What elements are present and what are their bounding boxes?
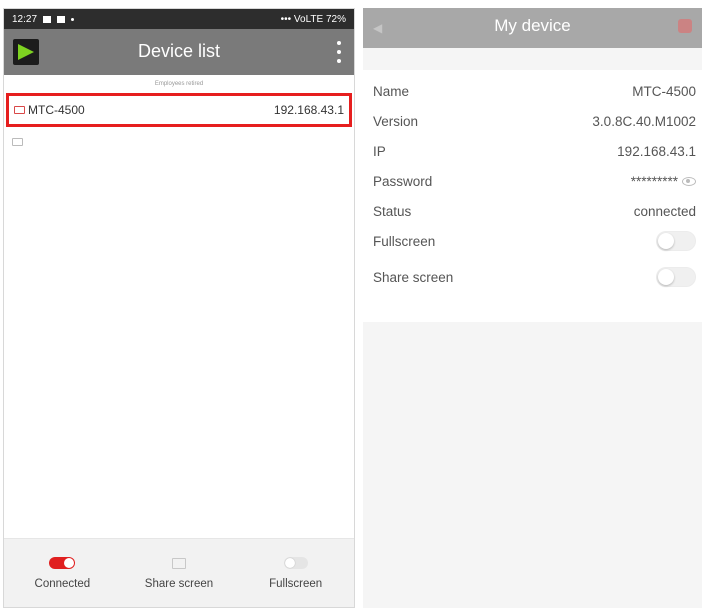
detail-row-share-screen: Share screen xyxy=(363,262,702,292)
page-title: My device xyxy=(494,16,571,35)
device-list: Employees retired MTC-4500 192.168.43.1 xyxy=(4,75,354,605)
detail-row-fullscreen: Fullscreen xyxy=(363,226,702,256)
screen-icon xyxy=(171,557,186,569)
fullscreen-button[interactable]: Fullscreen xyxy=(246,556,346,590)
list-header: Employees retired xyxy=(154,81,204,87)
device-row-mtc-4500[interactable]: MTC-4500 192.168.43.1 xyxy=(6,93,352,127)
my-device-header: ◀ My device xyxy=(363,8,702,48)
toggle-on-icon xyxy=(49,557,76,569)
status-value: connected xyxy=(633,203,696,219)
monitor-icon xyxy=(12,138,23,146)
fullscreen-label: Fullscreen xyxy=(269,578,323,590)
name-value: MTC-4500 xyxy=(632,83,696,99)
share-screen-switch[interactable] xyxy=(656,267,696,287)
bottom-toolbar: Connected Share screen Fullscreen xyxy=(4,538,354,607)
detail-row-status: Status connected xyxy=(363,196,702,226)
page-title: Device list xyxy=(137,41,221,61)
status-time: 12:27 xyxy=(12,13,38,25)
ip-label: IP xyxy=(373,143,386,159)
eye-icon[interactable] xyxy=(682,176,696,186)
overflow-menu-icon[interactable] xyxy=(336,41,342,63)
app-bar: Device list xyxy=(4,29,354,75)
share-screen-label: Share screen xyxy=(144,578,214,590)
status-indicators: ••• VoLTE 72% xyxy=(280,13,346,25)
detail-row-version: Version 3.0.8C.40.M1002 xyxy=(363,106,702,136)
status-bar: 12:27 ••• VoLTE 72% xyxy=(4,9,354,29)
detail-row-ip: IP 192.168.43.1 xyxy=(363,136,702,166)
version-value: 3.0.8C.40.M1002 xyxy=(592,113,696,129)
share-screen-button[interactable]: Share screen xyxy=(129,556,229,590)
notification-dot-icon xyxy=(71,17,75,21)
status-label: Status xyxy=(373,203,412,219)
password-label: Password xyxy=(373,173,433,189)
device-row-empty[interactable] xyxy=(4,127,354,157)
password-value: ********* xyxy=(630,173,678,189)
fullscreen-switch[interactable] xyxy=(656,231,696,251)
name-label: Name xyxy=(373,83,410,99)
ip-value: 192.168.43.1 xyxy=(617,143,696,159)
detail-row-name: Name MTC-4500 xyxy=(363,76,702,106)
message-icon xyxy=(57,15,66,23)
fullscreen-label: Fullscreen xyxy=(373,233,436,249)
gallery-icon xyxy=(43,15,52,23)
device-details-panel: Name MTC-4500 Version 3.0.8C.40.M1002 IP… xyxy=(363,70,702,322)
device-list-screen: 12:27 ••• VoLTE 72% Device list Employee… xyxy=(3,8,355,608)
connected-label: Connected xyxy=(34,578,91,590)
device-name: MTC-4500 xyxy=(28,103,85,117)
toggle-off-icon xyxy=(283,557,308,569)
connected-toggle-button[interactable]: Connected xyxy=(12,556,112,590)
monitor-icon xyxy=(14,106,25,114)
detail-row-password: Password ********* xyxy=(363,166,702,196)
close-icon[interactable] xyxy=(678,19,692,33)
share-screen-label: Share screen xyxy=(373,269,454,285)
version-label: Version xyxy=(373,113,419,129)
app-logo-icon xyxy=(13,39,39,65)
my-device-screen: ◀ My device Name MTC-4500 Version 3.0.8C… xyxy=(363,8,702,608)
device-ip: 192.168.43.1 xyxy=(273,103,344,117)
